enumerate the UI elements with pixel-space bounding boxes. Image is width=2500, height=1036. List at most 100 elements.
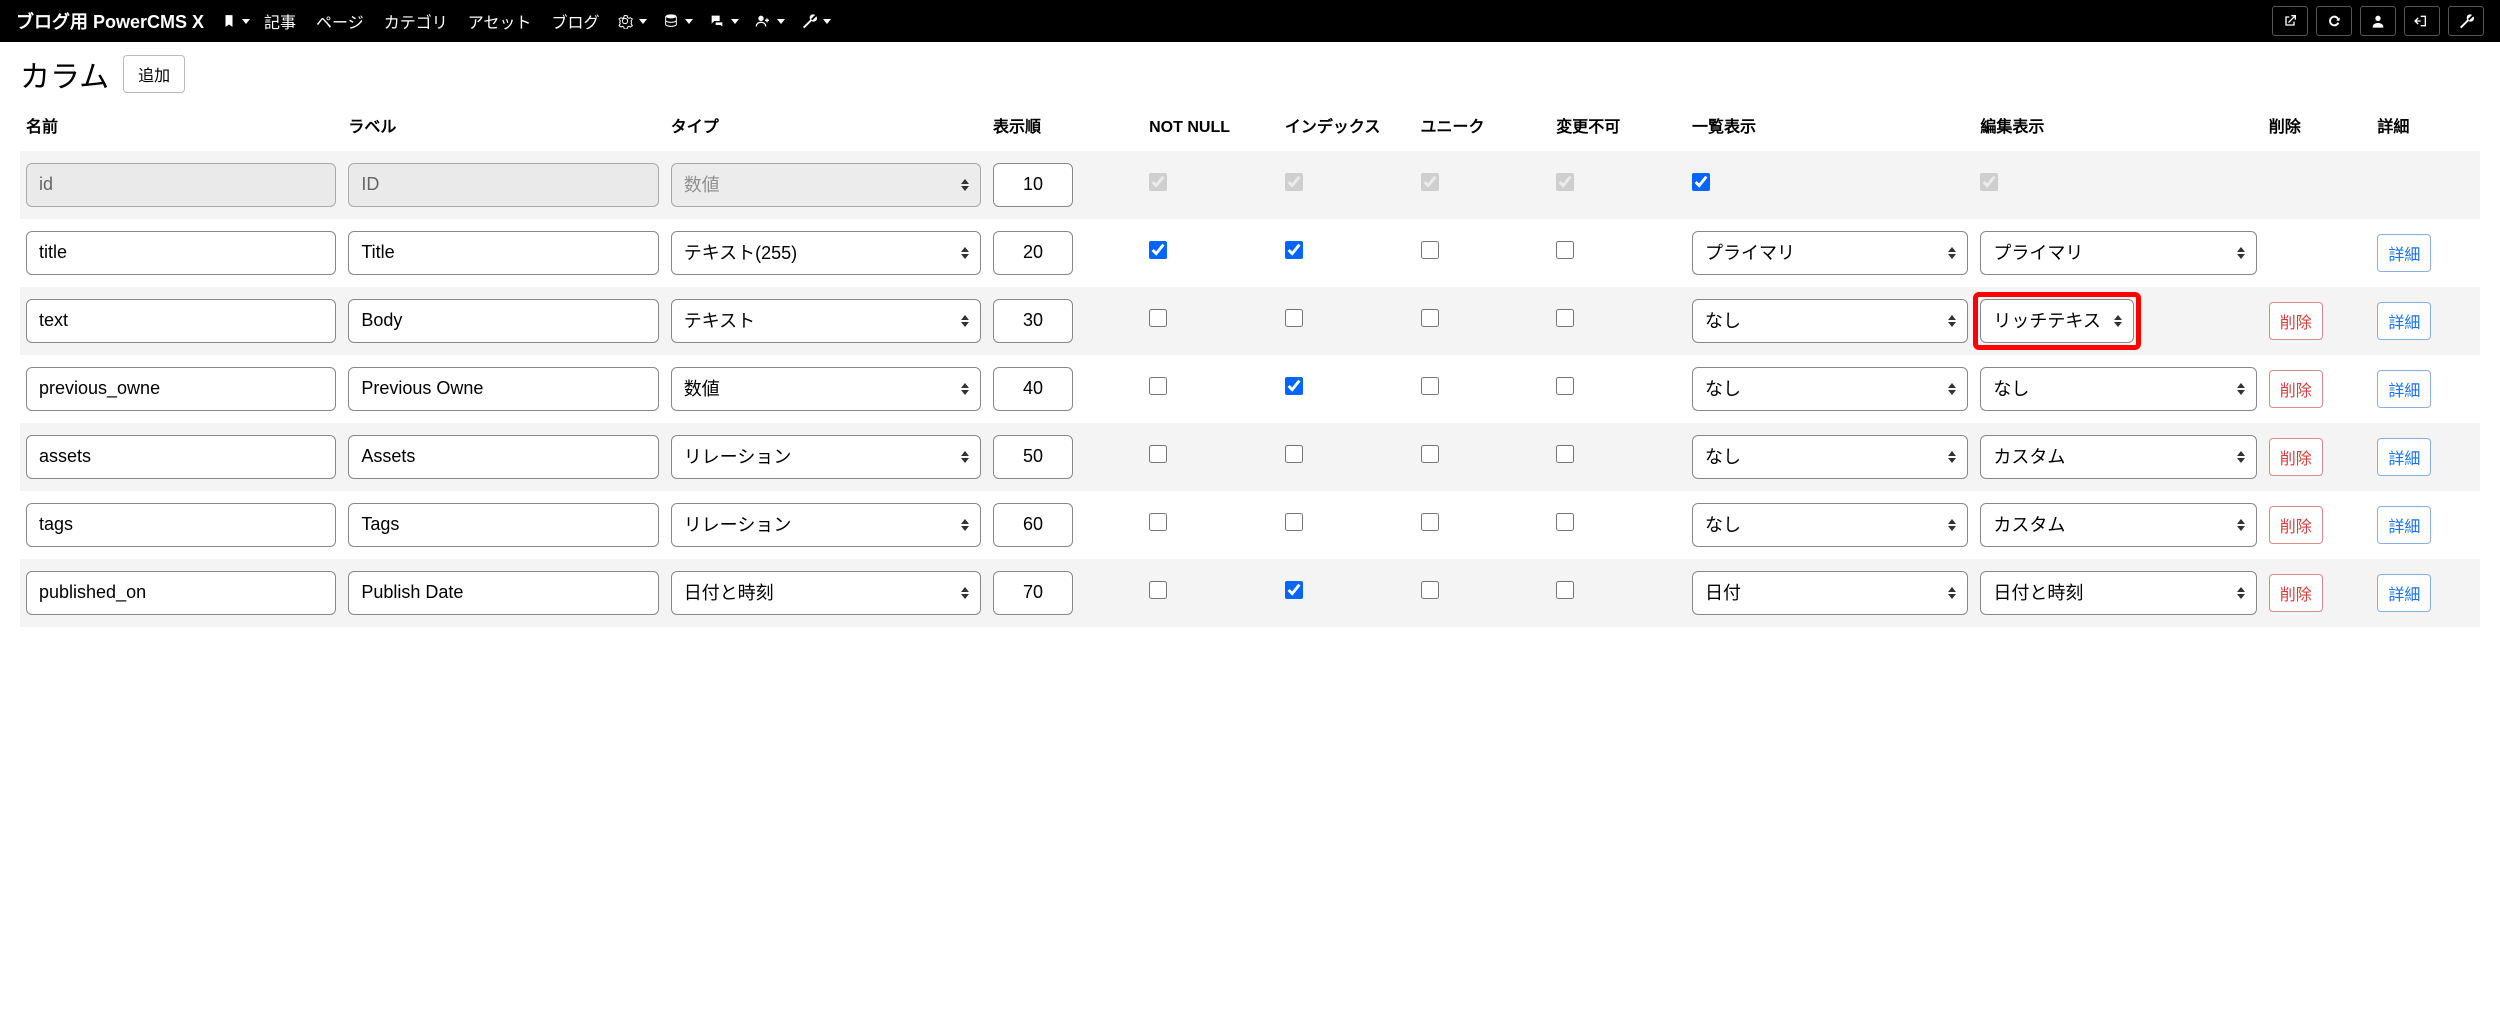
label-input [348, 163, 658, 207]
order-input[interactable] [993, 435, 1073, 479]
delete-button[interactable]: 削除 [2269, 506, 2323, 544]
external-link-icon [2282, 13, 2298, 29]
name-input[interactable] [26, 503, 336, 547]
not-null-checkbox[interactable] [1149, 309, 1167, 327]
delete-button[interactable]: 削除 [2269, 438, 2323, 476]
index-checkbox[interactable] [1285, 309, 1303, 327]
unchangeable-checkbox[interactable] [1556, 241, 1574, 259]
delete-button[interactable]: 削除 [2269, 574, 2323, 612]
unchangeable-checkbox[interactable] [1556, 377, 1574, 395]
edit-display-select[interactable]: プライマリ [1980, 231, 2256, 275]
label-input[interactable] [348, 503, 658, 547]
nav-item-blog[interactable]: ブログ [543, 5, 607, 37]
type-select[interactable]: リレーション [671, 503, 981, 547]
index-checkbox[interactable] [1285, 377, 1303, 395]
unique-checkbox[interactable] [1421, 445, 1439, 463]
unique-checkbox[interactable] [1421, 309, 1439, 327]
label-input[interactable] [348, 571, 658, 615]
type-select[interactable]: 数値 [671, 367, 981, 411]
detail-button[interactable]: 詳細 [2377, 302, 2431, 340]
list-display-select[interactable]: プライマリ [1692, 231, 1968, 275]
name-input[interactable] [26, 231, 336, 275]
type-select[interactable]: テキスト(255) [671, 231, 981, 275]
name-input[interactable] [26, 367, 336, 411]
detail-button[interactable]: 詳細 [2377, 574, 2431, 612]
label-input[interactable] [348, 435, 658, 479]
list-display-select[interactable]: なし [1692, 367, 1968, 411]
label-input[interactable] [348, 299, 658, 343]
comments-menu[interactable] [703, 9, 745, 33]
topbar-right-actions [2272, 6, 2484, 36]
type-select[interactable]: テキスト [671, 299, 981, 343]
columns-table: 名前 ラベル タイプ 表示順 NOT NULL インデックス ユニーク 変更不可… [20, 110, 2480, 627]
not-null-checkbox[interactable] [1149, 241, 1167, 259]
detail-button[interactable]: 詳細 [2377, 234, 2431, 272]
detail-button[interactable]: 詳細 [2377, 506, 2431, 544]
nav-item-page[interactable]: ページ [308, 5, 372, 37]
unchangeable-checkbox[interactable] [1556, 309, 1574, 327]
edit-display-select[interactable]: カスタム [1980, 503, 2256, 547]
logout-button[interactable] [2404, 6, 2440, 36]
order-input[interactable] [993, 571, 1073, 615]
name-input [26, 163, 336, 207]
detail-button[interactable]: 詳細 [2377, 438, 2431, 476]
list-display-select[interactable]: 日付 [1692, 571, 1968, 615]
delete-button[interactable]: 削除 [2269, 302, 2323, 340]
edit-display-select[interactable]: なし [1980, 367, 2256, 411]
database-menu[interactable] [657, 9, 699, 33]
edit-display-select[interactable]: 日付と時刻 [1980, 571, 2256, 615]
type-select[interactable]: 日付と時刻 [671, 571, 981, 615]
caret-down-icon [685, 19, 693, 24]
nav-item-asset[interactable]: アセット [460, 5, 540, 37]
delete-button[interactable]: 削除 [2269, 370, 2323, 408]
list-display-select[interactable]: なし [1692, 299, 1968, 343]
index-checkbox[interactable] [1285, 513, 1303, 531]
not-null-checkbox[interactable] [1149, 377, 1167, 395]
detail-button[interactable]: 詳細 [2377, 370, 2431, 408]
list-display-select[interactable]: なし [1692, 503, 1968, 547]
tools-menu[interactable] [795, 9, 837, 33]
label-input[interactable] [348, 367, 658, 411]
header-delete: 削除 [2263, 110, 2372, 151]
not-null-checkbox[interactable] [1149, 445, 1167, 463]
order-input[interactable] [993, 299, 1073, 343]
edit-display-select[interactable]: リッチテキス [1980, 299, 2134, 343]
open-external-button[interactable] [2272, 6, 2308, 36]
unchangeable-checkbox[interactable] [1556, 581, 1574, 599]
unique-checkbox[interactable] [1421, 377, 1439, 395]
name-input[interactable] [26, 435, 336, 479]
bookmark-menu[interactable] [216, 10, 256, 32]
order-input[interactable] [993, 163, 1073, 207]
account-button[interactable] [2360, 6, 2396, 36]
list-display-checkbox[interactable] [1692, 173, 1710, 191]
header-unchangeable: 変更不可 [1550, 110, 1686, 151]
not-null-checkbox[interactable] [1149, 581, 1167, 599]
settings-menu[interactable] [611, 9, 653, 33]
label-input[interactable] [348, 231, 658, 275]
unchangeable-checkbox[interactable] [1556, 445, 1574, 463]
name-input[interactable] [26, 299, 336, 343]
bookmark-icon [222, 14, 236, 28]
table-row: 日付と時刻日付日付と時刻削除詳細 [20, 559, 2480, 627]
order-input[interactable] [993, 503, 1073, 547]
order-input[interactable] [993, 231, 1073, 275]
order-input[interactable] [993, 367, 1073, 411]
index-checkbox[interactable] [1285, 445, 1303, 463]
user-menu[interactable] [749, 9, 791, 33]
nav-item-category[interactable]: カテゴリ [376, 5, 456, 37]
unchangeable-checkbox[interactable] [1556, 513, 1574, 531]
unique-checkbox[interactable] [1421, 581, 1439, 599]
edit-display-select[interactable]: カスタム [1980, 435, 2256, 479]
list-display-select[interactable]: なし [1692, 435, 1968, 479]
not-null-checkbox[interactable] [1149, 513, 1167, 531]
index-checkbox[interactable] [1285, 241, 1303, 259]
type-select[interactable]: リレーション [671, 435, 981, 479]
unique-checkbox[interactable] [1421, 241, 1439, 259]
index-checkbox[interactable] [1285, 581, 1303, 599]
unique-checkbox[interactable] [1421, 513, 1439, 531]
nav-item-article[interactable]: 記事 [256, 5, 304, 37]
add-column-button[interactable]: 追加 [123, 55, 185, 93]
refresh-button[interactable] [2316, 6, 2352, 36]
tools-button[interactable] [2448, 6, 2484, 36]
name-input[interactable] [26, 571, 336, 615]
